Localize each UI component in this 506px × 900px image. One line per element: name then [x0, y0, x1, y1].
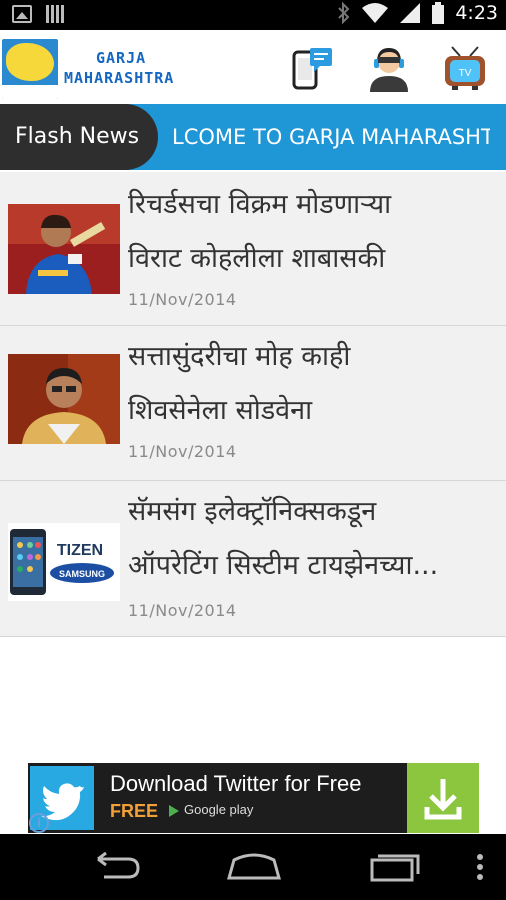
news-date: 11/Nov/2014: [128, 290, 237, 309]
back-icon[interactable]: [84, 850, 144, 884]
news-item[interactable]: रिचर्डसचा विक्रम मोडणाऱ्या विराट कोहलीला…: [0, 172, 506, 326]
status-right: 4:23: [337, 2, 498, 24]
politician-photo: [8, 354, 120, 444]
svg-text:TV: TV: [459, 68, 472, 79]
news-title-line2: ऑपरेटिंग सिस्टीम टायझेनच्या...: [128, 550, 439, 581]
flash-news-bar: LCOME TO GARJA MAHARASHTRA Flash News: [0, 104, 506, 170]
mobile-message-icon[interactable]: [288, 44, 338, 94]
overflow-menu-icon[interactable]: [470, 850, 490, 884]
news-title-line1: रिचर्डसचा विक्रम मोडणाऱ्या: [128, 189, 392, 220]
brand-line2: MAHARASHTRA: [64, 69, 175, 87]
news-list: रिचर्डसचा विक्रम मोडणाऱ्या विराट कोहलीला…: [0, 172, 506, 637]
ad-title: Download Twitter for Free: [110, 771, 362, 796]
download-button[interactable]: [407, 763, 479, 833]
download-icon: [424, 779, 462, 820]
flash-news-ticker[interactable]: LCOME TO GARJA MAHARASHTRA: [172, 104, 490, 170]
support-agent-icon[interactable]: [364, 44, 414, 94]
bluetooth-icon: [338, 2, 350, 24]
google-play-icon: [169, 805, 179, 817]
news-title-line1: सत्तासुंदरीचा मोह काही: [128, 341, 351, 372]
app-header: GARJA MAHARASHTRA TV: [0, 30, 506, 104]
maharashtra-map-icon: [6, 43, 54, 81]
status-time: 4:23: [455, 2, 498, 24]
ad-info-icon[interactable]: i: [29, 813, 49, 833]
news-item[interactable]: TIZEN SAMSUNG सॅमसंग इलेक्ट्रॉनिक्सकडून …: [0, 481, 506, 637]
status-bar: 4:23: [0, 0, 506, 30]
recent-apps-icon[interactable]: [366, 850, 426, 884]
news-date: 11/Nov/2014: [128, 601, 237, 620]
news-title-line2: शिवसेनेला सोडवेना: [128, 395, 313, 426]
cricketer-photo: [8, 204, 120, 294]
status-left: [12, 5, 64, 23]
wifi-icon: [362, 3, 389, 23]
tv-icon[interactable]: TV: [440, 44, 490, 94]
ad-store-label: Google play: [184, 802, 254, 817]
battery-icon: [432, 2, 445, 24]
samsung-wordmark: SAMSUNG: [59, 569, 105, 579]
barcode-icon: [46, 5, 64, 23]
logo-strip: [2, 85, 58, 99]
home-icon[interactable]: [224, 850, 284, 884]
ad-banner[interactable]: Download Twitter for Free FREE Google pl…: [28, 763, 479, 833]
news-title-line1: सॅमसंग इलेक्ट्रॉनिक्सकडून: [128, 496, 377, 527]
news-title-line2: विराट कोहलीला शाबासकी: [128, 243, 386, 274]
brand-line1: GARJA: [96, 49, 147, 67]
news-title: रिचर्डसचा विक्रम मोडणाऱ्या विराट कोहलीला…: [128, 178, 498, 286]
signal-icon: [400, 3, 421, 23]
image-icon: [12, 5, 32, 23]
ad-free-label: FREE: [110, 801, 159, 821]
news-title: सॅमसंग इलेक्ट्रॉनिक्सकडून ऑपरेटिंग सिस्ट…: [128, 485, 498, 593]
news-date: 11/Nov/2014: [128, 442, 237, 461]
brand-title: GARJA MAHARASHTRA: [64, 48, 174, 88]
flash-news-label: Flash News: [0, 104, 158, 170]
app-logo: [2, 39, 58, 99]
news-item[interactable]: सत्तासुंदरीचा मोह काही शिवसेनेला सोडवेना…: [0, 326, 506, 481]
tizen-wordmark: TIZEN: [57, 542, 103, 559]
navigation-bar: [0, 834, 506, 900]
news-title: सत्तासुंदरीचा मोह काही शिवसेनेला सोडवेना: [128, 330, 498, 438]
tizen-samsung-logo: TIZEN SAMSUNG: [8, 523, 120, 601]
